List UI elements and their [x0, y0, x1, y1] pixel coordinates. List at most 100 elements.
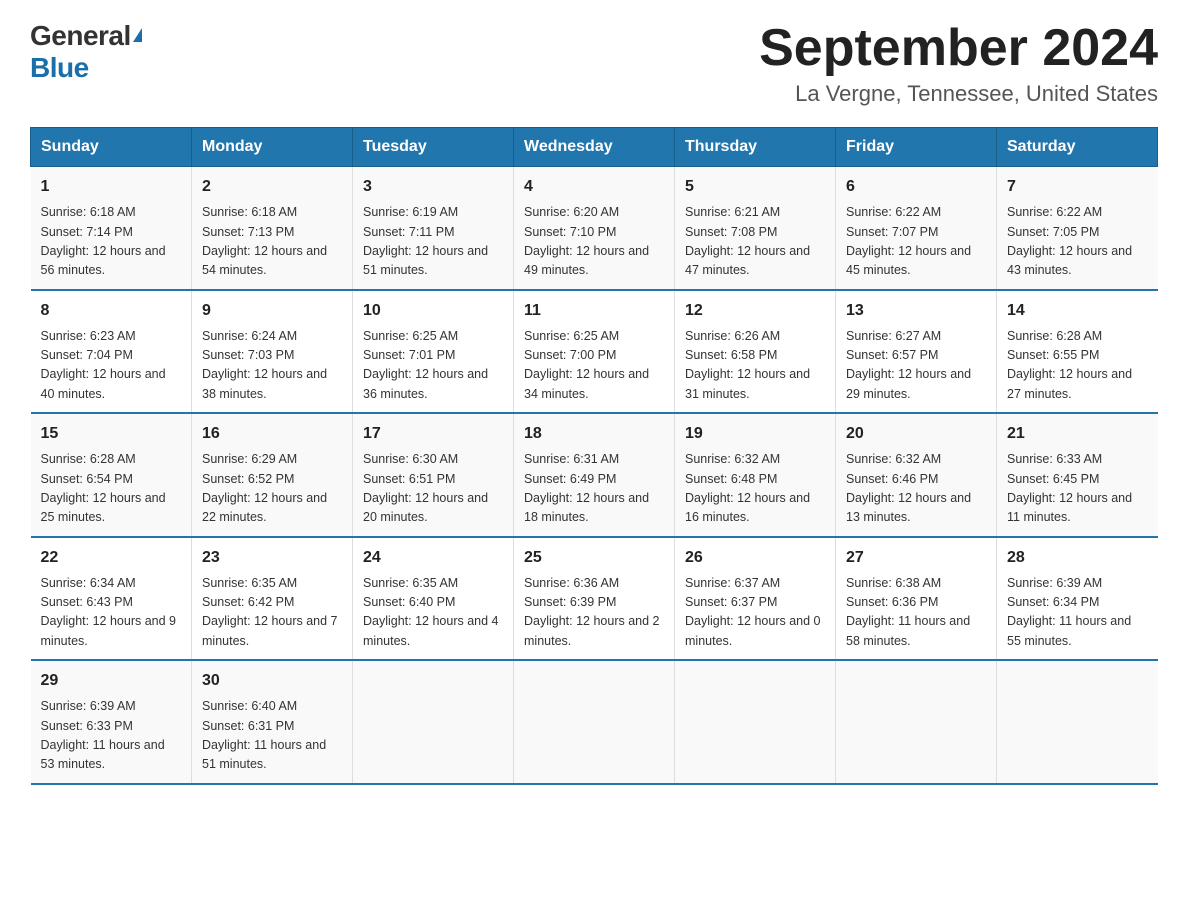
day-number: 9: [202, 299, 342, 323]
day-info: Sunrise: 6:30 AMSunset: 6:51 PMDaylight:…: [363, 450, 503, 528]
day-info: Sunrise: 6:21 AMSunset: 7:08 PMDaylight:…: [685, 203, 825, 281]
calendar-day-cell: [514, 660, 675, 784]
day-info: Sunrise: 6:22 AMSunset: 7:07 PMDaylight:…: [846, 203, 986, 281]
calendar-day-cell: 8 Sunrise: 6:23 AMSunset: 7:04 PMDaylight…: [31, 290, 192, 414]
calendar-day-cell: 21Sunrise: 6:33 AMSunset: 6:45 PMDayligh…: [997, 413, 1158, 537]
day-of-week-header: Wednesday: [514, 128, 675, 167]
day-number: 22: [41, 546, 182, 570]
calendar-day-cell: 29 Sunrise: 6:39 AMSunset: 6:33 PMDayligh…: [31, 660, 192, 784]
day-info: Sunrise: 6:20 AMSunset: 7:10 PMDaylight:…: [524, 203, 664, 281]
calendar-day-cell: 22Sunrise: 6:34 AMSunset: 6:43 PMDayligh…: [31, 537, 192, 661]
day-number: 29: [41, 669, 182, 693]
day-info: Sunrise: 6:35 AMSunset: 6:42 PMDaylight:…: [202, 574, 342, 652]
day-info: Sunrise: 6:18 AMSunset: 7:14 PMDaylight:…: [41, 203, 182, 281]
calendar-day-cell: 4 Sunrise: 6:20 AMSunset: 7:10 PMDaylight…: [514, 167, 675, 290]
calendar-day-cell: 12 Sunrise: 6:26 AMSunset: 6:58 PMDayligh…: [675, 290, 836, 414]
day-info: Sunrise: 6:28 AMSunset: 6:55 PMDaylight:…: [1007, 327, 1148, 405]
calendar-day-cell: 25Sunrise: 6:36 AMSunset: 6:39 PMDayligh…: [514, 537, 675, 661]
calendar-day-cell: 10 Sunrise: 6:25 AMSunset: 7:01 PMDayligh…: [353, 290, 514, 414]
day-info: Sunrise: 6:19 AMSunset: 7:11 PMDaylight:…: [363, 203, 503, 281]
calendar-day-cell: 27Sunrise: 6:38 AMSunset: 6:36 PMDayligh…: [836, 537, 997, 661]
day-number: 16: [202, 422, 342, 446]
day-number: 28: [1007, 546, 1148, 570]
calendar-day-cell: 2Sunrise: 6:18 AMSunset: 7:13 PMDaylight…: [192, 167, 353, 290]
logo-general-text: General: [30, 20, 131, 52]
calendar-day-cell: 14 Sunrise: 6:28 AMSunset: 6:55 PMDayligh…: [997, 290, 1158, 414]
day-info: Sunrise: 6:37 AMSunset: 6:37 PMDaylight:…: [685, 574, 825, 652]
calendar-day-cell: 26 Sunrise: 6:37 AMSunset: 6:37 PMDayligh…: [675, 537, 836, 661]
calendar-day-cell: 3 Sunrise: 6:19 AMSunset: 7:11 PMDaylight…: [353, 167, 514, 290]
day-number: 10: [363, 299, 503, 323]
calendar-day-cell: 11Sunrise: 6:25 AMSunset: 7:00 PMDayligh…: [514, 290, 675, 414]
day-of-week-header: Saturday: [997, 128, 1158, 167]
day-number: 2: [202, 175, 342, 199]
calendar-title: September 2024: [759, 20, 1158, 77]
day-number: 3: [363, 175, 503, 199]
day-info: Sunrise: 6:32 AMSunset: 6:48 PMDaylight:…: [685, 450, 825, 528]
day-info: Sunrise: 6:32 AMSunset: 6:46 PMDaylight:…: [846, 450, 986, 528]
calendar-day-cell: [997, 660, 1158, 784]
calendar-subtitle: La Vergne, Tennessee, United States: [759, 81, 1158, 107]
day-of-week-header: Monday: [192, 128, 353, 167]
day-info: Sunrise: 6:38 AMSunset: 6:36 PMDaylight:…: [846, 574, 986, 652]
day-number: 5: [685, 175, 825, 199]
day-number: 8: [41, 299, 182, 323]
calendar-day-cell: 15Sunrise: 6:28 AMSunset: 6:54 PMDayligh…: [31, 413, 192, 537]
day-info: Sunrise: 6:36 AMSunset: 6:39 PMDaylight:…: [524, 574, 664, 652]
calendar-day-cell: 19 Sunrise: 6:32 AMSunset: 6:48 PMDayligh…: [675, 413, 836, 537]
day-number: 24: [363, 546, 503, 570]
day-number: 12: [685, 299, 825, 323]
day-info: Sunrise: 6:25 AMSunset: 7:01 PMDaylight:…: [363, 327, 503, 405]
day-of-week-header: Thursday: [675, 128, 836, 167]
calendar-day-cell: 30 Sunrise: 6:40 AMSunset: 6:31 PMDayligh…: [192, 660, 353, 784]
day-number: 19: [685, 422, 825, 446]
calendar-table: SundayMondayTuesdayWednesdayThursdayFrid…: [30, 127, 1158, 785]
calendar-day-cell: [836, 660, 997, 784]
day-of-week-header: Sunday: [31, 128, 192, 167]
day-of-week-header: Friday: [836, 128, 997, 167]
calendar-day-cell: 20 Sunrise: 6:32 AMSunset: 6:46 PMDayligh…: [836, 413, 997, 537]
day-number: 13: [846, 299, 986, 323]
day-info: Sunrise: 6:40 AMSunset: 6:31 PMDaylight:…: [202, 697, 342, 775]
day-info: Sunrise: 6:31 AMSunset: 6:49 PMDaylight:…: [524, 450, 664, 528]
calendar-day-cell: 17 Sunrise: 6:30 AMSunset: 6:51 PMDayligh…: [353, 413, 514, 537]
day-number: 1: [41, 175, 182, 199]
calendar-day-cell: 24 Sunrise: 6:35 AMSunset: 6:40 PMDayligh…: [353, 537, 514, 661]
calendar-day-cell: 16 Sunrise: 6:29 AMSunset: 6:52 PMDayligh…: [192, 413, 353, 537]
calendar-day-cell: [675, 660, 836, 784]
day-number: 7: [1007, 175, 1148, 199]
calendar-week-row: 29 Sunrise: 6:39 AMSunset: 6:33 PMDayligh…: [31, 660, 1158, 784]
day-of-week-header: Tuesday: [353, 128, 514, 167]
day-number: 15: [41, 422, 182, 446]
calendar-day-cell: 9Sunrise: 6:24 AMSunset: 7:03 PMDaylight…: [192, 290, 353, 414]
day-info: Sunrise: 6:35 AMSunset: 6:40 PMDaylight:…: [363, 574, 503, 652]
day-info: Sunrise: 6:27 AMSunset: 6:57 PMDaylight:…: [846, 327, 986, 405]
calendar-week-row: 1 Sunrise: 6:18 AMSunset: 7:14 PMDaylight…: [31, 167, 1158, 290]
calendar-header-row: SundayMondayTuesdayWednesdayThursdayFrid…: [31, 128, 1158, 167]
logo-triangle-icon: [133, 28, 142, 42]
day-info: Sunrise: 6:29 AMSunset: 6:52 PMDaylight:…: [202, 450, 342, 528]
day-number: 6: [846, 175, 986, 199]
calendar-week-row: 15Sunrise: 6:28 AMSunset: 6:54 PMDayligh…: [31, 413, 1158, 537]
calendar-week-row: 22Sunrise: 6:34 AMSunset: 6:43 PMDayligh…: [31, 537, 1158, 661]
day-number: 17: [363, 422, 503, 446]
day-number: 30: [202, 669, 342, 693]
day-info: Sunrise: 6:39 AMSunset: 6:34 PMDaylight:…: [1007, 574, 1148, 652]
day-info: Sunrise: 6:23 AMSunset: 7:04 PMDaylight:…: [41, 327, 182, 405]
calendar-day-cell: 1 Sunrise: 6:18 AMSunset: 7:14 PMDaylight…: [31, 167, 192, 290]
day-info: Sunrise: 6:25 AMSunset: 7:00 PMDaylight:…: [524, 327, 664, 405]
calendar-day-cell: 6 Sunrise: 6:22 AMSunset: 7:07 PMDaylight…: [836, 167, 997, 290]
day-number: 23: [202, 546, 342, 570]
title-block: September 2024 La Vergne, Tennessee, Uni…: [759, 20, 1158, 107]
day-info: Sunrise: 6:26 AMSunset: 6:58 PMDaylight:…: [685, 327, 825, 405]
day-number: 20: [846, 422, 986, 446]
calendar-day-cell: 13 Sunrise: 6:27 AMSunset: 6:57 PMDayligh…: [836, 290, 997, 414]
day-number: 4: [524, 175, 664, 199]
day-number: 14: [1007, 299, 1148, 323]
day-number: 26: [685, 546, 825, 570]
calendar-day-cell: 7Sunrise: 6:22 AMSunset: 7:05 PMDaylight…: [997, 167, 1158, 290]
calendar-day-cell: [353, 660, 514, 784]
calendar-day-cell: 5 Sunrise: 6:21 AMSunset: 7:08 PMDaylight…: [675, 167, 836, 290]
day-info: Sunrise: 6:39 AMSunset: 6:33 PMDaylight:…: [41, 697, 182, 775]
day-info: Sunrise: 6:33 AMSunset: 6:45 PMDaylight:…: [1007, 450, 1148, 528]
